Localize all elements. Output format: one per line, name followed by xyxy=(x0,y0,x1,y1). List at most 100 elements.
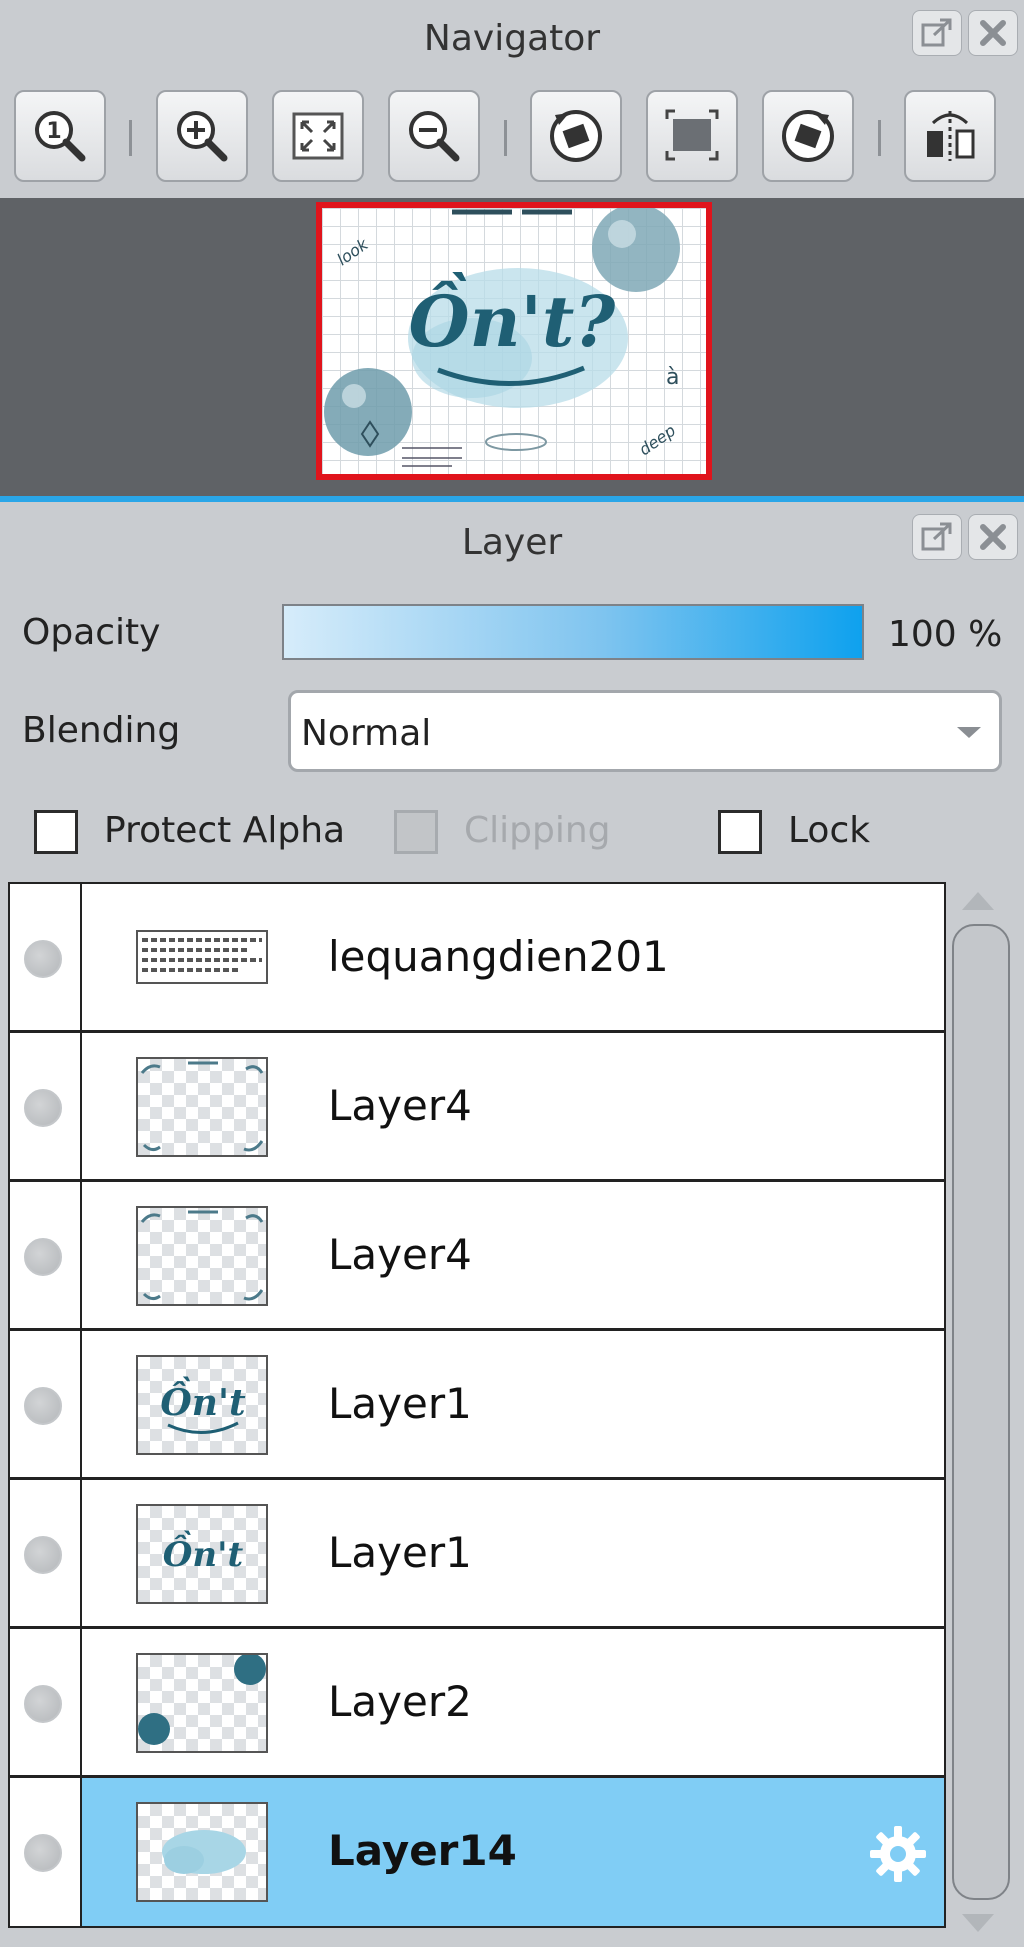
zoom-in-button[interactable] xyxy=(156,90,248,182)
layer-visibility-toggle[interactable] xyxy=(10,1182,82,1328)
lock-checkbox[interactable] xyxy=(718,810,762,854)
layer-thumbnail-image: Ồn't xyxy=(163,1530,244,1575)
layer-visibility-toggle[interactable] xyxy=(10,1331,82,1477)
layer-name: Layer4 xyxy=(328,1230,472,1279)
protect-alpha-label[interactable]: Protect Alpha xyxy=(104,810,345,851)
navigator-viewport[interactable]: Ồn't? look deep à xyxy=(0,198,1024,496)
layer-name: Layer14 xyxy=(328,1826,517,1875)
visibility-dot-icon xyxy=(24,1238,62,1276)
layer-thumbnail: Ồn't xyxy=(136,1355,268,1455)
close-navigator-button[interactable] xyxy=(968,10,1018,56)
protect-alpha-checkbox[interactable] xyxy=(34,810,78,854)
layer-name: Layer1 xyxy=(328,1379,472,1428)
layer-visibility-toggle[interactable] xyxy=(10,1033,82,1179)
layer-thumbnail-image: Ồn't xyxy=(160,1377,246,1435)
scrollbar-thumb[interactable] xyxy=(952,924,1010,1900)
zoom-out-button[interactable] xyxy=(388,90,480,182)
layer-row-selected[interactable]: Layer14 xyxy=(8,1776,946,1928)
layer-row[interactable]: lequangdien201 xyxy=(8,882,946,1032)
zoom-in-icon xyxy=(177,111,228,162)
flip-horizontal-button[interactable] xyxy=(904,90,996,182)
svg-text:Ồn't: Ồn't xyxy=(163,1530,244,1575)
opacity-value: 100 % xyxy=(888,614,1003,655)
layer-thumbnail-image xyxy=(138,1655,266,1745)
layer-thumbnail-image xyxy=(162,1830,246,1874)
undock-layer-button[interactable] xyxy=(912,514,962,560)
layer-row[interactable]: Layer4 xyxy=(8,1180,946,1330)
layer-row[interactable]: Layer2 xyxy=(8,1627,946,1777)
fit-window-icon xyxy=(292,112,344,160)
visibility-dot-icon xyxy=(24,940,62,978)
layer-thumbnail xyxy=(136,1802,268,1902)
layer-thumbnail-image xyxy=(140,1210,264,1301)
layer-thumbnail-image xyxy=(140,1061,264,1152)
blending-label: Blending xyxy=(22,710,181,751)
layer-list-scrollbar[interactable] xyxy=(948,924,1018,1900)
layer-thumbnail xyxy=(136,1653,268,1753)
layer-name: lequangdien201 xyxy=(328,932,669,981)
layer-visibility-toggle[interactable] xyxy=(10,1778,82,1926)
layer-panel-header: Layer xyxy=(0,502,1024,578)
layer-row[interactable]: Ồn't Layer1 xyxy=(8,1478,946,1628)
gear-icon[interactable] xyxy=(866,1822,930,1886)
close-icon xyxy=(980,524,1006,550)
svg-text:1: 1 xyxy=(46,119,61,144)
visibility-dot-icon xyxy=(24,1387,62,1425)
svg-text:à: à xyxy=(666,365,679,390)
toolbar-separator xyxy=(504,120,507,156)
layer-visibility-toggle[interactable] xyxy=(10,884,82,1030)
layer-name: Layer1 xyxy=(328,1528,472,1577)
scroll-up-arrow-icon[interactable] xyxy=(962,892,994,910)
navigator-header: Navigator xyxy=(0,0,1024,80)
scroll-down-arrow-icon[interactable] xyxy=(962,1914,994,1932)
close-layer-button[interactable] xyxy=(968,514,1018,560)
opacity-label: Opacity xyxy=(22,612,161,653)
undock-icon xyxy=(921,522,952,551)
rotate-right-icon xyxy=(782,110,834,162)
clipping-checkbox[interactable] xyxy=(394,810,438,854)
layer-row[interactable]: Ồn't Layer1 xyxy=(8,1329,946,1479)
canvas-preview[interactable]: Ồn't? look deep à xyxy=(316,202,712,480)
undock-navigator-button[interactable] xyxy=(912,10,962,56)
layer-name: Layer2 xyxy=(328,1677,472,1726)
toolbar-separator xyxy=(129,120,132,156)
toolbar-separator xyxy=(878,120,881,156)
close-icon xyxy=(980,20,1006,46)
svg-text:deep: deep xyxy=(635,421,679,460)
layer-thumbnail xyxy=(136,1057,268,1157)
svg-text:look: look xyxy=(333,234,372,269)
zoom-out-icon xyxy=(409,111,460,162)
opacity-slider[interactable] xyxy=(282,604,864,660)
rotate-left-icon xyxy=(550,110,602,162)
lock-label[interactable]: Lock xyxy=(788,810,870,851)
svg-text:Ồn't: Ồn't xyxy=(160,1377,246,1424)
layer-thumbnail: Ồn't xyxy=(136,1504,268,1604)
flip-horizontal-icon xyxy=(927,111,975,161)
navigator-toolbar: 1 xyxy=(0,80,1024,198)
zoom-1to1-icon: 1 xyxy=(35,111,86,162)
layer-row[interactable]: Layer4 xyxy=(8,1031,946,1181)
chevron-down-icon xyxy=(957,727,981,738)
reset-rotation-button[interactable] xyxy=(646,90,738,182)
artwork-preview-image: Ồn't? look deep à xyxy=(324,208,680,467)
visibility-dot-icon xyxy=(24,1834,62,1872)
visibility-dot-icon xyxy=(24,1089,62,1127)
visibility-dot-icon xyxy=(24,1685,62,1723)
layer-visibility-toggle[interactable] xyxy=(10,1480,82,1626)
rotate-right-button[interactable] xyxy=(762,90,854,182)
undock-icon xyxy=(921,18,952,47)
visibility-dot-icon xyxy=(24,1536,62,1574)
rotate-left-button[interactable] xyxy=(530,90,622,182)
layer-panel-title: Layer xyxy=(461,522,563,563)
layer-name: Layer4 xyxy=(328,1081,472,1130)
blending-select[interactable]: Normal xyxy=(288,690,1002,772)
zoom-actual-size-button[interactable]: 1 xyxy=(14,90,106,182)
navigator-title: Navigator xyxy=(423,18,601,59)
layer-visibility-toggle[interactable] xyxy=(10,1629,82,1775)
clipping-label[interactable]: Clipping xyxy=(464,810,611,851)
layer-list: lequangdien201 Layer4 Layer4 Ồn't Layer1… xyxy=(8,882,946,1928)
layer-thumbnail xyxy=(136,1206,268,1306)
layer-thumbnail xyxy=(136,930,268,984)
fit-to-window-button[interactable] xyxy=(272,90,364,182)
text-layer-thumbnail-image xyxy=(142,938,262,972)
